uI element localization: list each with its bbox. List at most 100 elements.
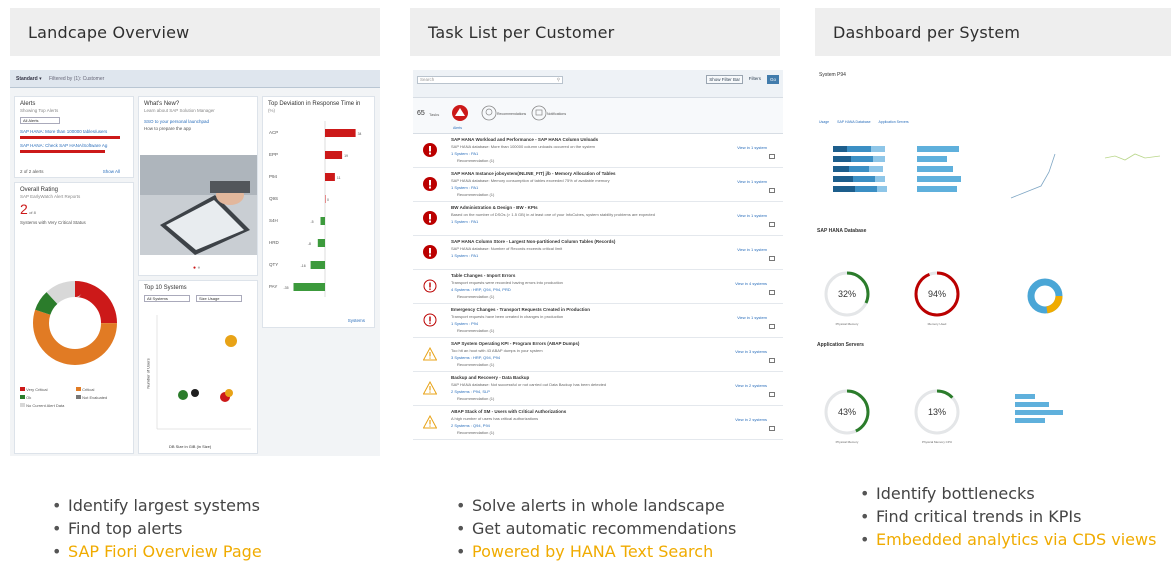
task-recommendation[interactable]: Recommendation (1) (457, 158, 494, 163)
grid-icon[interactable] (769, 222, 775, 227)
measure-select[interactable]: Size Usage (196, 295, 242, 302)
systems-link[interactable]: Systems (343, 317, 370, 324)
view-systems-link[interactable]: View in 2 systems (735, 417, 767, 422)
task-count-label: Tasks (429, 112, 440, 117)
gauge-caption: Physical Memory (835, 440, 859, 444)
task-row[interactable]: SAP HANA Column Store - Largest Non-part… (413, 236, 783, 270)
alerts-select[interactable]: All Alerts (20, 117, 60, 124)
column-landscape-overview: Landcape Overview (10, 8, 380, 56)
alert-icon (423, 211, 437, 225)
view-systems-link[interactable]: View in 4 systems (735, 281, 767, 286)
task-systems-link[interactable]: 3 Systems : HRP, Q94, P94 (451, 355, 651, 360)
view-systems-link[interactable]: View in 1 system (737, 179, 767, 184)
grid-icon[interactable] (769, 358, 775, 363)
task-systems-link[interactable]: 2 Systems : Q94, P94 (451, 423, 651, 428)
value-label: 19 (344, 154, 348, 158)
view-systems-link[interactable]: View in 1 system (737, 315, 767, 320)
alert-row[interactable]: SAP HANA: Check SAP HANA/Software Ag (15, 142, 133, 149)
alert-bar (20, 150, 105, 153)
grid-icon[interactable] (769, 154, 775, 159)
carousel-dots[interactable]: ● ● (193, 265, 200, 271)
notification-icon[interactable] (531, 105, 547, 121)
task-recommendation[interactable]: Recommendation (1) (457, 430, 494, 435)
alert-row[interactable]: SAP HANA: More than 100000 tables/users (15, 128, 133, 135)
tab[interactable]: SAP HANA Database (837, 120, 870, 124)
task-recommendation[interactable]: Recommendation (1) (457, 192, 494, 197)
task-row[interactable]: Emergency Changes - Transport Requests C… (413, 304, 783, 338)
show-all-link[interactable]: Show All (103, 169, 128, 174)
task-systems-link[interactable]: 1 System : PA1 (451, 151, 651, 156)
hana-text-search-link[interactable]: Powered by HANA Text Search (472, 542, 713, 561)
task-title[interactable]: SAP HANA Column Store - Largest Non-part… (451, 239, 701, 244)
view-systems-link[interactable]: View in 1 system (737, 145, 767, 150)
show-filter-bar-button[interactable]: Show Filter Bar (706, 75, 743, 84)
task-systems-link[interactable]: 2 Systems : P94, SLP (451, 389, 651, 394)
task-row[interactable]: Table Changes - Import Errors Transport r… (413, 270, 783, 304)
alerts-card[interactable]: Alerts Showing Top Alerts All Alerts SAP… (14, 96, 134, 178)
grid-icon[interactable] (769, 324, 775, 329)
task-systems-link[interactable]: 4 Systems : HRP, Q94, P94, PRD (451, 287, 651, 292)
grid-icon[interactable] (769, 290, 775, 295)
filters-label: Filters (748, 76, 761, 81)
grid-icon[interactable] (769, 426, 775, 431)
task-title[interactable]: ABAP Stack of SM - Users with Critical A… (451, 409, 701, 414)
systems-select[interactable]: All Systems (144, 295, 190, 302)
overall-rating-card[interactable]: Overall Rating SAP EarlyWatch Alert Repo… (14, 182, 134, 454)
search-icon[interactable]: ⚲ (557, 77, 562, 83)
legend-label: Not Evaluated (82, 395, 108, 400)
card-title: Top 10 Systems (144, 285, 187, 291)
whats-new-card[interactable]: What's New? Learn about SAP Solution Man… (138, 96, 258, 276)
top-deviation-card[interactable]: Top Deviation in Response Time in (%) AC… (262, 96, 375, 328)
task-title[interactable]: BW Administration & Design - BW - KPIs (451, 205, 701, 210)
grid-icon[interactable] (769, 392, 775, 397)
task-row[interactable]: Backup and Recovery - Data Backup SAP HAN… (413, 372, 783, 406)
grid-icon[interactable] (769, 256, 775, 261)
task-row[interactable]: SAP HANA Instance jobsystem(INLINE_FIT) … (413, 168, 783, 202)
bullet-item: Embedded analytics via CDS views (856, 528, 1166, 551)
chevron-down-icon[interactable]: ▾ (39, 76, 42, 82)
filters-button[interactable]: Filters (747, 75, 763, 84)
view-systems-link[interactable]: View in 3 systems (735, 349, 767, 354)
card-footer: 2 of 2 alerts Show All (15, 168, 133, 175)
task-recommendation[interactable]: Recommendation (1) (457, 294, 494, 299)
task-row[interactable]: BW Administration & Design - BW - KPIs Ba… (413, 202, 783, 236)
gauge-value: 43% (837, 407, 856, 417)
task-title[interactable]: Emergency Changes - Transport Requests C… (451, 307, 701, 312)
task-row[interactable]: ABAP Stack of SM - Users with Critical A… (413, 406, 783, 440)
task-title[interactable]: SAP System Operating KPI - Program Error… (451, 341, 701, 346)
task-recommendation[interactable]: Recommendation (1) (457, 396, 494, 401)
task-recommendation[interactable]: Recommendation (1) (457, 362, 494, 367)
search-input[interactable]: Search ⚲ (417, 76, 563, 84)
card-title: What's New? (144, 101, 180, 107)
view-systems-link[interactable]: View in 2 systems (735, 383, 767, 388)
variant-title[interactable]: Standard (16, 76, 38, 82)
task-title[interactable]: Backup and Recovery - Data Backup (451, 375, 701, 380)
legend-item: No Current Alert Data (20, 403, 76, 408)
task-row[interactable]: SAP HANA Workload and Performance - SAP … (413, 134, 783, 168)
top10-systems-card[interactable]: Top 10 Systems All Systems Size Usage Nu… (138, 280, 258, 454)
task-recommendation[interactable]: Recommendation (1) (457, 328, 494, 333)
filter-status: Filtered by (1): Customer (48, 76, 105, 82)
view-systems-link[interactable]: View in 1 system (737, 213, 767, 218)
search-placeholder: Search (420, 77, 435, 82)
go-button[interactable]: Go (767, 75, 779, 84)
task-systems-link[interactable]: 1 System : PA1 (451, 185, 651, 190)
task-systems-link[interactable]: 1 System : PA1 (451, 253, 651, 258)
legend-label: Ok (26, 395, 32, 400)
task-systems-link[interactable]: 1 System : P94 (451, 321, 651, 326)
cds-analytics-link[interactable]: Embedded analytics via CDS views (876, 530, 1156, 549)
task-title[interactable]: SAP HANA Workload and Performance - SAP … (451, 137, 701, 142)
launchpad-link[interactable]: SSO to your personal launchpad (139, 118, 257, 125)
tab[interactable]: Usage (819, 120, 829, 124)
grid-icon[interactable] (769, 188, 775, 193)
task-row[interactable]: SAP System Operating KPI - Program Error… (413, 338, 783, 372)
tab[interactable]: Application Servers (879, 120, 909, 124)
task-title[interactable]: Table Changes - Import Errors (451, 273, 701, 278)
task-title[interactable]: SAP HANA Instance jobsystem(INLINE_FIT) … (451, 171, 701, 176)
task-systems-link[interactable]: 1 System : PA1 (451, 219, 651, 224)
view-systems-link[interactable]: View in 1 system (737, 247, 767, 252)
lightbulb-icon[interactable] (481, 105, 497, 121)
alert-icon (423, 245, 437, 259)
alerts-filter-icon[interactable] (451, 104, 469, 122)
fiori-overview-link[interactable]: SAP Fiori Overview Page (68, 542, 262, 561)
